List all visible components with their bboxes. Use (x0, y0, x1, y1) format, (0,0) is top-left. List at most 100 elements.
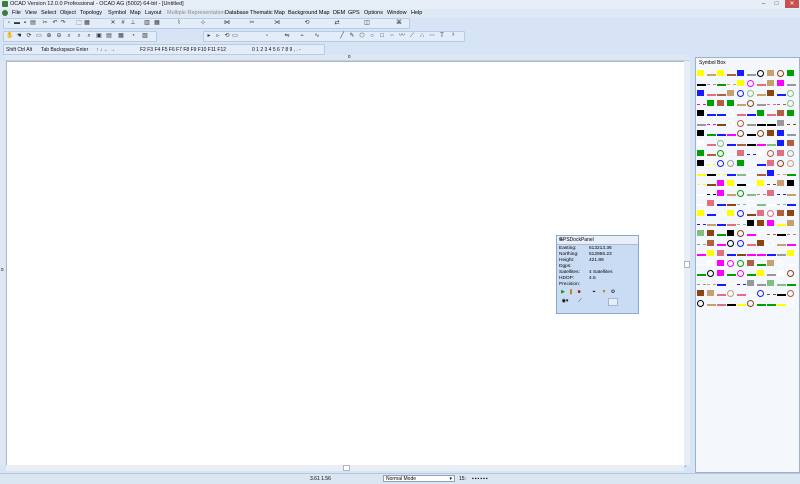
symbol-swatch[interactable] (777, 224, 786, 226)
symbol-swatch[interactable] (697, 194, 706, 196)
map-icon[interactable]: ▣ (96, 33, 102, 39)
menu-thematic-map[interactable]: Thematic Map (250, 10, 285, 16)
symbol-swatch[interactable] (727, 174, 736, 176)
symbol-swatch[interactable] (777, 80, 784, 86)
symbol-swatch[interactable] (787, 194, 796, 196)
symbol-swatch[interactable] (777, 70, 784, 77)
fit-icon[interactable]: ▭ (36, 33, 42, 39)
symbol-swatch[interactable] (717, 174, 726, 175)
rectangle-icon[interactable]: ▫ (264, 33, 270, 39)
menu-options[interactable]: Options (364, 10, 383, 16)
modifier-keys[interactable]: Shift Ctrl Alt (6, 47, 32, 53)
menu-background-map[interactable]: Background Map (288, 10, 330, 16)
view-icon[interactable]: ▨ (142, 33, 148, 39)
symbol-swatch[interactable] (727, 274, 736, 276)
symbol-swatch[interactable] (777, 194, 786, 195)
symbol-swatch[interactable] (767, 124, 776, 126)
symbol-swatch[interactable] (727, 154, 736, 155)
symbol-swatch[interactable] (787, 70, 794, 76)
symbol-swatch[interactable] (747, 74, 756, 76)
symbol-swatch[interactable] (787, 290, 794, 297)
move-icon[interactable]: ⊹ (200, 20, 206, 26)
symbol-swatch[interactable] (737, 184, 746, 186)
minimize-button[interactable]: – (758, 0, 769, 8)
gps-panel-header[interactable]: GPSDockPanel ✕ (557, 236, 638, 245)
status-view-icons[interactable]: ▪▪▪▪▪▪ (472, 476, 489, 482)
symbol-swatch[interactable] (707, 174, 716, 176)
symbol-swatch[interactable] (767, 234, 776, 235)
symbol-swatch[interactable] (747, 300, 754, 307)
settings-icon[interactable]: ⚙ (610, 289, 616, 295)
edit-icon[interactable]: ⌇ (176, 20, 182, 26)
symbol-swatch[interactable] (777, 304, 786, 306)
symbol-swatch[interactable] (717, 224, 726, 226)
symbol-swatch[interactable] (717, 204, 726, 206)
rotate-icon[interactable]: ⟲ (304, 20, 310, 26)
save-icon[interactable]: ▪ (22, 20, 28, 26)
menu-map[interactable]: Map (130, 10, 141, 16)
symbol-swatch[interactable] (777, 234, 786, 236)
symbol-swatch[interactable] (767, 220, 774, 226)
symbol-swatch[interactable] (767, 294, 776, 295)
symbol-swatch[interactable] (777, 204, 786, 205)
symbol-swatch[interactable] (767, 104, 776, 105)
symbol-swatch[interactable] (697, 254, 706, 256)
symbol-swatch[interactable] (757, 230, 764, 236)
symbol-swatch[interactable] (697, 300, 704, 307)
symbol-swatch[interactable] (747, 164, 756, 165)
symbol-swatch[interactable] (777, 244, 786, 246)
symbol-swatch[interactable] (727, 134, 736, 136)
symbol-swatch[interactable] (697, 204, 706, 206)
symbol-swatch[interactable] (767, 210, 774, 217)
symbol-swatch[interactable] (697, 130, 704, 136)
symbol-swatch[interactable] (787, 150, 794, 157)
menu-gps[interactable]: GPS (348, 10, 360, 16)
menu-view[interactable]: View (25, 10, 37, 16)
symbol-swatch[interactable] (737, 150, 744, 156)
symbol-swatch[interactable] (707, 154, 716, 156)
zoom-select-icon[interactable]: ⌕ (86, 33, 92, 39)
symbol-swatch[interactable] (697, 140, 704, 146)
gps-panel-close-button[interactable]: ✕ (559, 237, 636, 243)
symbol-swatch[interactable] (717, 84, 726, 86)
symbol-swatch[interactable] (707, 134, 716, 136)
vertical-scroll-thumb[interactable] (684, 261, 690, 268)
menu-database[interactable]: Database (225, 10, 249, 16)
symbol-swatch[interactable] (737, 224, 746, 225)
symbol-swatch[interactable] (787, 220, 794, 226)
symbol-swatch[interactable] (717, 180, 724, 186)
symbol-swatch[interactable] (707, 164, 716, 165)
symbol-swatch[interactable] (757, 174, 766, 176)
symbol-swatch[interactable] (757, 70, 764, 77)
symbol-swatch[interactable] (727, 120, 734, 127)
symbol-swatch[interactable] (747, 90, 754, 97)
symbol-swatch[interactable] (737, 240, 744, 247)
symbol-swatch[interactable] (707, 124, 716, 125)
symbol-swatch[interactable] (767, 144, 776, 146)
symbol-swatch[interactable] (747, 144, 756, 146)
straight-line-icon[interactable]: ⟋ (409, 33, 415, 39)
symbol-swatch[interactable] (787, 174, 796, 176)
zoom-icon[interactable]: ⌕ (66, 33, 72, 39)
table-view-icon[interactable]: ▦ (118, 33, 124, 39)
symbol-swatch[interactable] (747, 134, 756, 136)
symbol-swatch[interactable] (697, 84, 706, 86)
symbol-swatch[interactable] (727, 144, 736, 146)
cut-icon[interactable]: ✂ (42, 20, 48, 26)
merge-icon[interactable]: ⋈ (224, 20, 230, 26)
symbol-swatch[interactable] (767, 190, 774, 196)
symbol-swatch[interactable] (767, 90, 774, 96)
symbol-swatch[interactable] (757, 304, 766, 306)
symbol-swatch[interactable] (717, 260, 724, 266)
symbol-swatch[interactable] (697, 230, 704, 236)
symbol-swatch[interactable] (707, 94, 716, 96)
layers-icon[interactable]: ▥ (144, 20, 150, 26)
symbol-swatch[interactable] (717, 234, 726, 236)
grid-icon[interactable]: ▦ (84, 20, 90, 26)
symbol-swatch[interactable] (757, 150, 764, 156)
symbol-swatch[interactable] (787, 180, 794, 186)
mirror-icon[interactable]: ⇋ (284, 33, 290, 39)
symbol-swatch[interactable] (707, 230, 714, 236)
symbol-swatch[interactable] (697, 110, 704, 116)
symbol-swatch[interactable] (747, 80, 754, 87)
